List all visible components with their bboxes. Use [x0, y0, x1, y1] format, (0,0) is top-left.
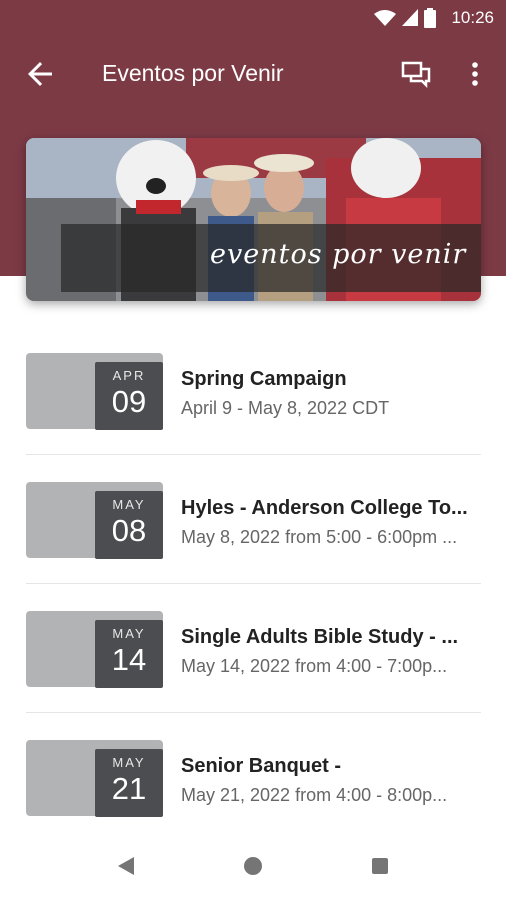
event-date-badge: APR 09 [95, 362, 163, 430]
event-item[interactable]: MAY 14 Single Adults Bible Study - ... M… [26, 583, 481, 712]
banner-caption: eventos por venir [210, 239, 467, 270]
chat-icon[interactable] [398, 56, 434, 92]
status-bar: 10:26 [0, 0, 506, 36]
signal-icon [402, 9, 418, 26]
event-item[interactable]: MAY 21 Senior Banquet - May 21, 2022 fro… [26, 712, 481, 841]
event-month: MAY [112, 626, 146, 641]
banner-photo [26, 138, 481, 301]
event-date-badge: MAY 14 [95, 620, 163, 688]
event-day: 21 [111, 771, 147, 806]
event-month: MAY [112, 497, 146, 512]
event-title: Single Adults Bible Study - ... [181, 626, 459, 648]
nav-home-icon[interactable] [244, 857, 262, 875]
event-date-badge: MAY 21 [95, 749, 163, 817]
page-title: Eventos por Venir [102, 60, 284, 86]
app-bar: Eventos por Venir [0, 36, 506, 112]
event-subtitle: May 14, 2022 from 4:00 - 7:00p... [181, 656, 448, 676]
event-subtitle: April 9 - May 8, 2022 CDT [181, 398, 390, 418]
event-subtitle: May 8, 2022 from 5:00 - 6:00pm ... [181, 527, 458, 547]
status-icons [374, 8, 436, 28]
event-day: 09 [111, 384, 147, 419]
events-banner[interactable]: eventos por venir [26, 138, 481, 301]
event-day: 14 [111, 642, 147, 677]
events-list: APR 09 Spring Campaign April 9 - May 8, … [26, 326, 481, 841]
event-item[interactable]: MAY 08 Hyles - Anderson College To... Ma… [26, 454, 481, 583]
event-title: Senior Banquet - [181, 755, 342, 777]
status-time: 10:26 [451, 8, 494, 27]
event-subtitle: May 21, 2022 from 4:00 - 8:00p... [181, 785, 448, 805]
event-month: MAY [112, 755, 146, 770]
more-vert-icon[interactable] [460, 56, 490, 92]
wifi-icon [374, 10, 396, 26]
event-item[interactable]: APR 09 Spring Campaign April 9 - May 8, … [26, 326, 481, 454]
battery-icon [424, 8, 436, 28]
system-nav-bar [0, 830, 506, 900]
back-arrow-icon[interactable] [22, 56, 58, 92]
event-title: Spring Campaign [181, 368, 347, 390]
event-day: 08 [111, 513, 147, 548]
nav-recent-icon[interactable] [372, 858, 388, 874]
nav-back-icon[interactable] [118, 857, 134, 875]
event-month: APR [112, 368, 146, 383]
event-title: Hyles - Anderson College To... [181, 497, 468, 519]
event-date-badge: MAY 08 [95, 491, 163, 559]
